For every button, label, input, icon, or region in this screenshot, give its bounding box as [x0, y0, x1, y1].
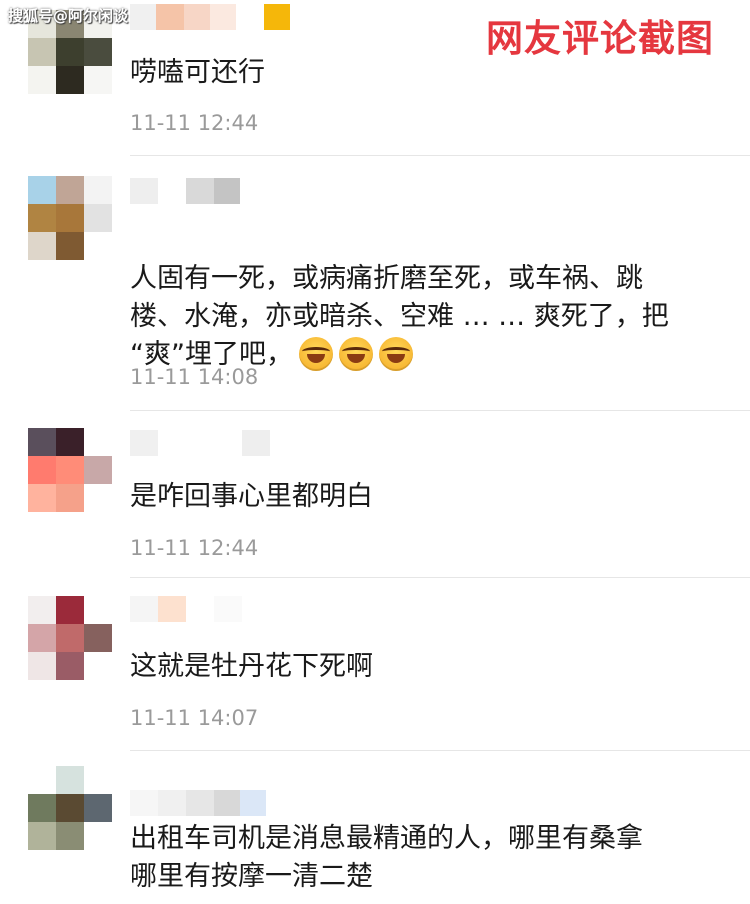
username-pixelated[interactable] — [130, 790, 266, 816]
divider — [130, 155, 750, 156]
username-pixelated[interactable] — [130, 430, 270, 456]
divider — [130, 410, 750, 411]
username-pixelated[interactable] — [130, 178, 240, 204]
comment-time: 11-11 14:08 — [130, 365, 259, 389]
avatar[interactable] — [28, 766, 112, 850]
divider — [130, 750, 750, 751]
comment-time: 11-11 12:44 — [130, 111, 259, 135]
source-watermark: 搜狐号@阿尔闲谈 — [8, 7, 129, 25]
laugh-cry-emoji-icon — [338, 336, 373, 371]
divider — [130, 577, 750, 578]
username-pixelated[interactable] — [130, 4, 290, 30]
comment-text: 出租车司机是消息最精通的人，哪里有桑拿 哪里有按摩一清二楚 — [130, 823, 643, 892]
avatar[interactable] — [28, 176, 112, 260]
username-pixelated[interactable] — [130, 596, 242, 622]
avatar[interactable] — [28, 596, 112, 680]
comment-text: 是咋回事心里都明白 — [130, 481, 373, 512]
comment-text: 人固有一死，或病痛折磨至死，或车祸、跳 楼、水淹，亦或暗杀、空难 … … 爽死了… — [130, 222, 730, 374]
avatar[interactable] — [28, 428, 112, 512]
comment-time: 11-11 12:44 — [130, 536, 259, 560]
laugh-cry-emoji-icon — [298, 336, 333, 371]
comment-text: 这就是牡丹花下死啊 — [130, 651, 373, 682]
comments-screenshot-stamp: 网友评论截图 — [486, 17, 714, 60]
laugh-cry-emoji-icon — [378, 336, 413, 371]
comment-time: 11-11 14:07 — [130, 706, 259, 730]
